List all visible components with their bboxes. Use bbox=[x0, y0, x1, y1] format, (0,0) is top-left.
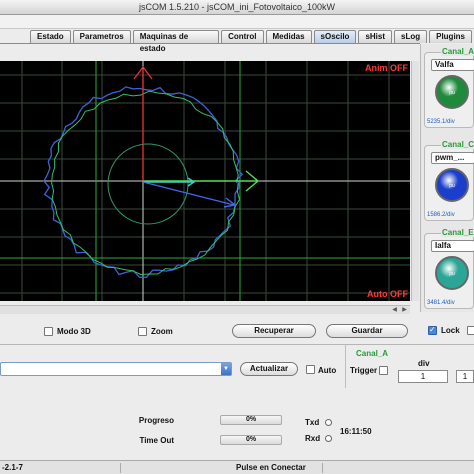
channel-a-gain-knob[interactable]: pu bbox=[435, 75, 469, 109]
menu-bar bbox=[0, 15, 474, 29]
txd-label: Txd bbox=[305, 418, 320, 427]
status-version: -2.1-7 bbox=[2, 463, 23, 472]
modo-3d-label: Modo 3D bbox=[57, 327, 91, 336]
scroll-left-arrow-icon[interactable]: ◀ bbox=[390, 306, 399, 314]
second-lock-checkbox[interactable] bbox=[467, 326, 474, 335]
actualizar-button[interactable]: Actualizar bbox=[240, 362, 298, 376]
oscilloscope-display[interactable]: Anim OFF Auto OFF bbox=[0, 61, 410, 301]
rxd-indicator bbox=[325, 435, 332, 442]
trigger-checkbox[interactable] bbox=[379, 366, 388, 375]
scope-vertical-scrollbar[interactable] bbox=[411, 61, 419, 301]
second-div-input[interactable]: 1 bbox=[456, 370, 474, 383]
tab-medidas[interactable]: Medidas bbox=[265, 30, 312, 43]
channel-e-select[interactable]: Ialfa bbox=[431, 240, 474, 252]
txd-indicator bbox=[325, 419, 332, 426]
channel-c-scale-value: 1586.2/div bbox=[427, 212, 455, 218]
trigger-label: Trigger bbox=[350, 366, 378, 375]
tab-maquinas-de-estado[interactable]: Maquinas de estado bbox=[132, 30, 220, 53]
channel-a-title: Canal_A bbox=[441, 47, 474, 56]
clock-time: 16:11:50 bbox=[340, 427, 372, 436]
channel-panel-e: Canal_E Ialfa pu 3481.4/div bbox=[424, 228, 474, 309]
scope-horizontal-scrollbar[interactable]: ◀ ▶ bbox=[0, 305, 410, 314]
tab-control[interactable]: Control bbox=[221, 30, 264, 43]
channel-a-select[interactable]: Valfa bbox=[431, 59, 474, 71]
channel-e-gain-knob[interactable]: pu bbox=[435, 256, 469, 290]
inner-trajectory-circle bbox=[107, 143, 189, 225]
lock-checkbox[interactable] bbox=[428, 325, 437, 335]
auto-checkbox[interactable] bbox=[306, 365, 315, 374]
variable-combo-box[interactable]: ▼ bbox=[0, 362, 232, 376]
channel-e-title: Canal_E bbox=[441, 228, 474, 237]
progreso-bar: 0% bbox=[220, 415, 282, 425]
zoom-label: Zoom bbox=[151, 327, 173, 336]
channel-c-knob-label: pu bbox=[449, 183, 455, 189]
channel-e-scale-value: 3481.4/div bbox=[427, 300, 455, 306]
auto-label: Auto bbox=[318, 366, 337, 375]
div-input[interactable]: 1 bbox=[398, 370, 448, 383]
tab-soscilo[interactable]: sOscilo bbox=[313, 30, 357, 43]
zoom-checkbox[interactable] bbox=[138, 327, 147, 336]
status-divider-right bbox=[322, 463, 323, 473]
auto-status-label: Auto OFF bbox=[367, 289, 408, 299]
oscilloscope-plot bbox=[0, 61, 410, 301]
progreso-value: 0% bbox=[245, 416, 257, 423]
channel-c-select[interactable]: pwm_... bbox=[431, 152, 474, 164]
tab-divider bbox=[0, 43, 420, 44]
channel-c-gain-knob[interactable]: pu bbox=[435, 168, 469, 202]
combo-dropdown-arrow-icon[interactable]: ▼ bbox=[221, 363, 231, 375]
modo-3d-checkbox[interactable] bbox=[44, 327, 53, 336]
tab-parametros[interactable]: Parametros bbox=[72, 30, 131, 43]
timeout-label: Time Out bbox=[139, 436, 174, 445]
channel-c-title: Canal_C bbox=[441, 140, 474, 149]
tab-plugins[interactable]: Plugins bbox=[429, 30, 472, 43]
tab-bar: Estado Parametros Maquinas de estado Con… bbox=[30, 30, 474, 53]
window-title: jsCOM 1.5.210 - jsCOM_ini_Fotovoltaico_1… bbox=[138, 2, 336, 12]
guardar-button[interactable]: Guardar bbox=[326, 324, 408, 338]
status-divider-left bbox=[120, 463, 121, 473]
channel-panel-a: Canal_A Valfa pu 5235.1/div bbox=[424, 47, 474, 128]
window-title-bar: jsCOM 1.5.210 - jsCOM_ini_Fotovoltaico_1… bbox=[0, 0, 474, 15]
scroll-right-arrow-icon[interactable]: ▶ bbox=[400, 306, 409, 314]
tab-estado[interactable]: Estado bbox=[30, 30, 71, 43]
progreso-label: Progreso bbox=[138, 416, 174, 425]
rxd-label: Rxd bbox=[305, 434, 321, 443]
channel-e-knob-label: pu bbox=[449, 271, 455, 277]
status-message: Pulse en Conectar bbox=[236, 463, 306, 472]
timeout-bar: 0% bbox=[220, 435, 282, 445]
div-label: div bbox=[418, 359, 430, 368]
recuperar-button[interactable]: Recuperar bbox=[232, 324, 316, 338]
lock-label: Lock bbox=[441, 326, 460, 335]
channel-a-knob-label: pu bbox=[449, 90, 455, 96]
tab-shist[interactable]: sHist bbox=[358, 30, 392, 43]
channel-a-scale-value: 5235.1/div bbox=[427, 119, 455, 125]
tab-slog[interactable]: sLog bbox=[394, 30, 428, 43]
trigger-channel-title: Canal_A bbox=[356, 349, 389, 358]
status-bar: -2.1-7 Pulse en Conectar bbox=[0, 460, 474, 474]
channel-panel-c: Canal_C pwm_... pu 1586.2/div bbox=[424, 140, 474, 221]
timeout-value: 0% bbox=[245, 436, 257, 443]
anim-status-label: Anim OFF bbox=[365, 63, 408, 73]
